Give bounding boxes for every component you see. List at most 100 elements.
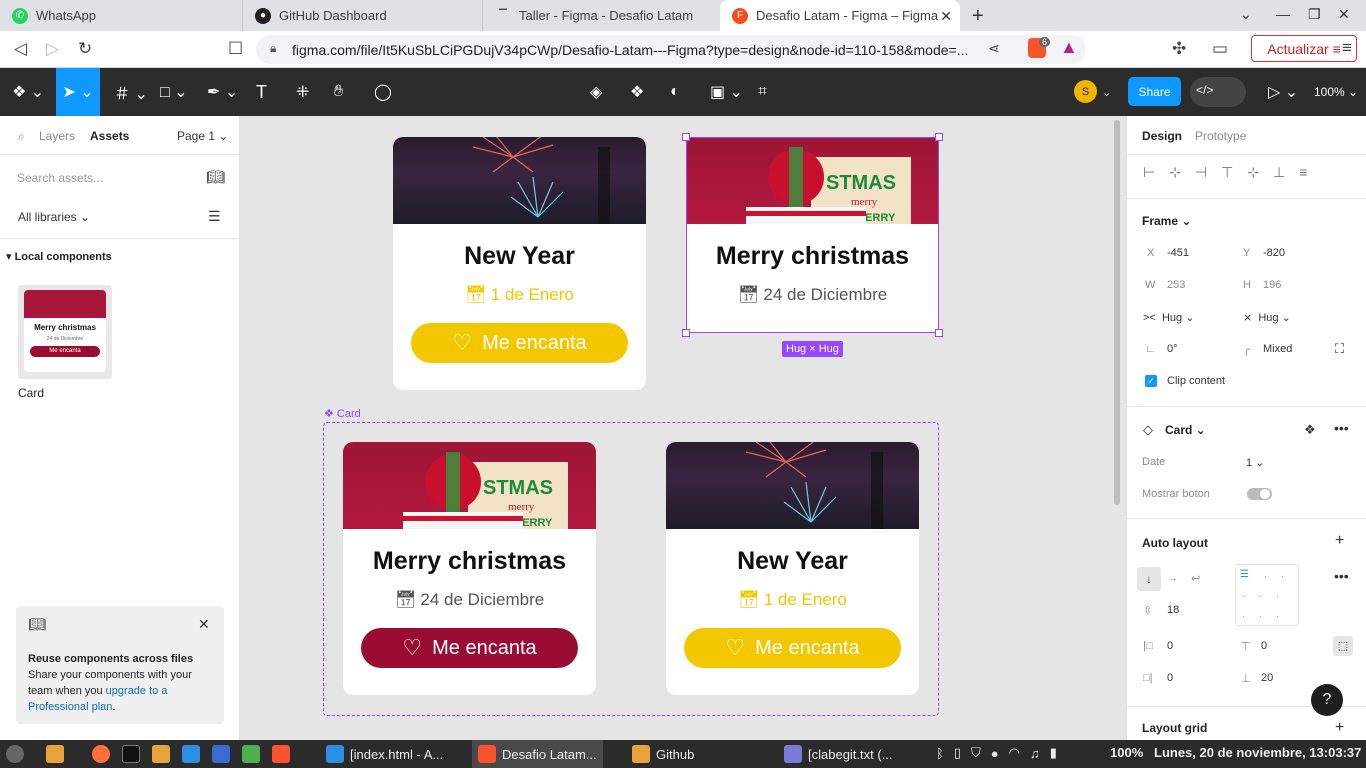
close-window-icon[interactable]: ✕ — [1338, 6, 1350, 23]
hug-width-select[interactable]: >< Hug ⌄ — [1143, 311, 1194, 324]
bluetooth-icon[interactable]: ᛒ — [936, 746, 944, 761]
padding-left-input[interactable]: 0 — [1167, 640, 1173, 652]
hand-tool-icon[interactable]: ✋︎ — [334, 80, 343, 104]
vscode-icon[interactable] — [182, 745, 200, 763]
search-icon[interactable]: ⌕ — [18, 129, 25, 144]
more-icon[interactable]: ••• — [1334, 420, 1349, 436]
chevron-down-icon[interactable]: ⌄ — [1102, 80, 1111, 104]
align-icons[interactable]: ⊢⊹⊣⊤⊹⊥≡ — [1143, 164, 1321, 181]
reload-icon[interactable]: ↻ — [78, 39, 92, 59]
libraries-select[interactable]: All libraries ⌄ — [18, 210, 90, 224]
tab-prototype[interactable]: Prototype — [1195, 129, 1246, 143]
minimize-icon[interactable]: — — [1276, 6, 1290, 22]
vertical-direction-icon[interactable]: ↓ — [1137, 567, 1161, 591]
more-icon[interactable]: ••• — [1334, 568, 1349, 584]
tab-taller[interactable]: ▔ Taller - Figma - Desafio Latam — [483, 0, 720, 31]
love-button[interactable]: ♡ Me encanta — [361, 628, 578, 668]
list-view-icon[interactable]: ☰ — [208, 208, 221, 225]
y-input[interactable]: -820 — [1263, 247, 1285, 259]
tab-design[interactable]: Design — [1142, 129, 1182, 143]
play-icon[interactable]: ▷ ⌄ — [1268, 80, 1298, 104]
camera-icon[interactable] — [212, 745, 230, 763]
shield-icon[interactable]: ⛉ — [971, 745, 981, 761]
avatar[interactable]: S — [1074, 80, 1097, 103]
calc-icon[interactable] — [242, 745, 260, 763]
rewards-icon[interactable]: ▲ — [1060, 37, 1078, 58]
local-components-header[interactable]: ▾ Local components — [6, 250, 112, 263]
resize-handle[interactable] — [682, 133, 690, 141]
hug-height-select[interactable]: ⨯ Hug ⌄ — [1243, 311, 1291, 324]
taskbar-item-vscode[interactable]: [index.html - A... — [326, 745, 443, 763]
card-christmas-selected[interactable]: STMAS merry MERRY Merry christmas 📅︎ 24 d… — [686, 137, 939, 333]
canvas-scrollbar[interactable] — [1114, 120, 1120, 505]
figma-menu-icon[interactable]: ❖ ⌄ — [12, 80, 44, 104]
tab-github[interactable]: ● GitHub Dashboard — [243, 0, 483, 31]
page-selector[interactable]: Page 1 ⌄ — [177, 129, 228, 143]
wrap-icon[interactable]: ↩ — [1191, 572, 1200, 585]
x-input[interactable]: -451 — [1167, 247, 1189, 259]
new-tab-icon[interactable]: + — [972, 5, 984, 28]
tab-whatsapp[interactable]: ✆ WhatsApp — [0, 0, 243, 31]
folder-icon[interactable] — [152, 745, 170, 763]
os-menu-icon[interactable] — [6, 745, 24, 763]
wifi-icon[interactable]: ◠ — [1009, 745, 1020, 761]
clipboard-icon[interactable]: ▯ — [954, 745, 961, 761]
love-button[interactable]: ♡ Me encanta — [684, 628, 901, 668]
extensions-icon[interactable]: ✣ — [1172, 39, 1186, 59]
go-to-component-icon[interactable]: ❖ — [1304, 422, 1316, 438]
move-tool-icon[interactable]: ➤ ⌄ — [56, 68, 100, 116]
contrast-icon[interactable]: ◐ — [670, 80, 680, 104]
search-assets-input[interactable]: Search assets... — [17, 171, 103, 185]
text-tool-icon[interactable]: T — [256, 80, 267, 104]
dev-mode-toggle[interactable]: </> — [1190, 77, 1246, 107]
brave-taskbar-icon[interactable] — [272, 745, 290, 763]
wallet-icon[interactable]: ▭ — [1212, 39, 1228, 59]
taskbar-item-brave[interactable]: Desafio Latam... — [472, 740, 603, 768]
taskbar-item-text[interactable]: [clabegit.txt (... — [784, 745, 893, 763]
tab-figma-active[interactable]: F Desafio Latam - Figma – Figma ✕ — [720, 0, 960, 31]
update-button[interactable]: Actualizar ≡ — [1251, 35, 1357, 62]
pen-tool-icon[interactable]: ✒ ⌄ — [207, 80, 238, 104]
padding-bottom-input[interactable]: 20 — [1261, 672, 1273, 684]
clock[interactable]: Lunes, 20 de noviembre, 13:03:37 — [1154, 745, 1361, 760]
card-variant-new-year[interactable]: New Year 📅︎ 1 de Enero ♡ Me encanta — [666, 442, 919, 695]
chevron-down-icon[interactable]: ⌄ — [1240, 6, 1252, 23]
tab-layers[interactable]: Layers — [39, 129, 75, 143]
resize-handle[interactable] — [935, 133, 943, 141]
url-field[interactable]: figma.com/file/It5KuSbLCiPGDujV34pCWp/De… — [256, 35, 1086, 64]
lock-icon[interactable]: 🔒︎ — [270, 41, 276, 56]
add-icon[interactable]: + — [1335, 719, 1344, 737]
horizontal-direction-icon[interactable]: → — [1167, 572, 1178, 584]
share-button[interactable]: Share — [1128, 77, 1181, 106]
crop-icon[interactable]: ⌗ — [758, 80, 767, 104]
prop-date-select[interactable]: 1 ⌄ — [1246, 456, 1264, 469]
back-icon[interactable]: ◁ — [14, 39, 27, 59]
shape-tool-icon[interactable]: □ ⌄ — [160, 80, 188, 104]
maximize-icon[interactable]: ❐ — [1308, 6, 1321, 23]
component-selector[interactable]: Card ⌄ — [1165, 423, 1206, 437]
frame-tool-icon[interactable]: ＃ ⌄ — [114, 80, 148, 104]
add-icon[interactable]: + — [1335, 532, 1344, 550]
boolean-icon[interactable]: ▣ ⌄ — [710, 80, 743, 104]
component-icon[interactable]: ❖ — [630, 80, 644, 104]
component-set-label[interactable]: ❖ Card — [324, 407, 361, 420]
card-new-year-top[interactable]: New Year 📅︎ 1 de Enero ♡ Me encanta — [393, 137, 646, 390]
independent-corners-icon[interactable]: ⛶ — [1335, 341, 1344, 357]
battery-icon[interactable]: ▮ — [1050, 745, 1057, 761]
h-input[interactable]: 196 — [1263, 279, 1281, 291]
alignment-grid[interactable]: ☰ ·· ··· ··· — [1235, 564, 1299, 626]
taskbar-item-github[interactable]: Github — [632, 745, 694, 763]
terminal-icon[interactable] — [122, 745, 140, 763]
system-tray[interactable]: ᛒ ▯ ⛉ ● ◠ ♫ ▮ — [936, 745, 1057, 761]
share-icon[interactable]: ⋖ — [988, 40, 1000, 57]
volume-icon[interactable]: ♫ — [1030, 746, 1040, 761]
close-icon[interactable]: ✕ — [198, 616, 210, 633]
rotation-input[interactable]: 0° — [1167, 343, 1178, 355]
help-icon[interactable]: ? — [1311, 684, 1343, 716]
frame-selector[interactable]: Frame ⌄ — [1142, 214, 1191, 228]
clip-content-checkbox[interactable]: ✓ — [1145, 375, 1157, 387]
library-book-icon[interactable]: 📖︎ — [206, 168, 225, 186]
design-canvas[interactable]: New Year 📅︎ 1 de Enero ♡ Me encanta STMAS … — [240, 116, 1126, 740]
resources-icon[interactable]: ⁜ — [296, 80, 309, 104]
prop-button-toggle[interactable] — [1247, 488, 1272, 500]
